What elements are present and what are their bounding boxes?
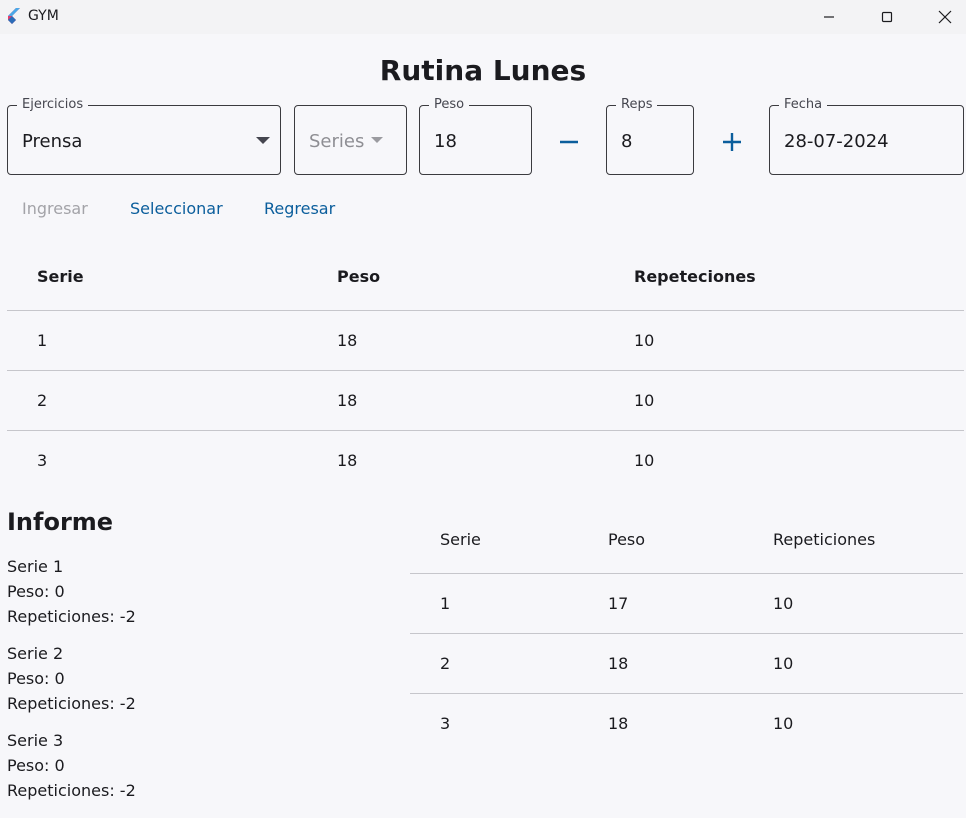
table-cell: 10 [773,654,794,673]
column-header: Peso [608,530,646,549]
flutter-logo-icon [8,8,20,24]
table-cell: 18 [337,391,358,410]
page-title: Rutina Lunes [379,54,587,87]
peso-field[interactable]: Peso 18 [419,97,532,175]
reps-label: Reps [616,97,658,113]
table-cell: 2 [37,391,48,410]
ejercicios-value: Prensa [22,131,83,152]
table-cell: 18 [337,331,358,350]
ejercicios-dropdown[interactable]: Ejercicios Prensa [7,97,281,175]
informe-reps: Repeticiones: -2 [7,694,136,713]
regresar-button[interactable]: Regresar [264,199,335,219]
table-cell: 18 [608,654,629,673]
window-title: GYM [28,8,59,24]
reps-value: 8 [621,131,633,152]
informe-item: Serie 1 Peso: 0 Repeticiones: -2 [7,554,397,629]
seleccionar-button[interactable]: Seleccionar [130,199,223,219]
table-row[interactable]: 3 18 10 [7,431,964,491]
table-cell: 10 [773,594,794,613]
table-cell: 2 [440,654,451,673]
close-icon [938,10,952,24]
previous-series-table: Serie Peso Repeticiones 1 17 10 2 18 10 … [410,510,963,754]
plus-icon [723,133,741,151]
window-titlebar: GYM [0,0,966,34]
table-cell: 10 [634,391,655,410]
peso-label: Peso [429,97,470,113]
minus-icon [560,140,578,144]
informe-reps: Repeticiones: -2 [7,781,136,800]
informe-list: Serie 1 Peso: 0 Repeticiones: -2 Serie 2… [7,554,397,815]
dropdown-arrow-icon [371,137,383,143]
maximize-icon [881,11,893,23]
fecha-label: Fecha [779,97,828,113]
column-header: Peso [337,267,381,286]
ejercicios-label: Ejercicios [17,97,89,113]
table-cell: 18 [337,451,358,470]
table-cell: 10 [634,451,655,470]
close-button[interactable] [922,0,966,34]
table-cell: 18 [608,714,629,733]
table-header-row: Serie Peso Repeticiones [410,510,963,574]
minimize-button[interactable] [806,0,852,34]
column-header: Serie [37,267,84,286]
table-cell: 17 [608,594,629,613]
table-header-row: Serie Peso Repeteciones [7,247,964,311]
informe-peso: Peso: 0 [7,669,65,688]
informe-peso: Peso: 0 [7,582,65,601]
table-row[interactable]: 2 18 10 [410,634,963,694]
series-table: Serie Peso Repeteciones 1 18 10 2 18 10 … [7,247,964,491]
table-row[interactable]: 1 17 10 [410,574,963,634]
fecha-value: 28-07-2024 [784,131,889,152]
table-cell: 1 [440,594,451,613]
informe-serie: Serie 2 [7,644,64,663]
maximize-button[interactable] [864,0,910,34]
column-header: Repeticiones [773,530,876,549]
decrement-reps-button[interactable] [549,122,589,162]
ingresar-button[interactable]: Ingresar [22,199,88,219]
table-cell: 10 [773,714,794,733]
informe-title: Informe [7,508,114,536]
column-header: Repeteciones [634,267,756,286]
minimize-icon [824,16,834,18]
series-placeholder: Series [309,131,365,152]
table-cell: 10 [634,331,655,350]
series-dropdown[interactable]: Series [294,105,407,175]
fecha-field[interactable]: Fecha 28-07-2024 [769,97,964,175]
informe-item: Serie 3 Peso: 0 Repeticiones: -2 [7,728,397,803]
informe-peso: Peso: 0 [7,756,65,775]
reps-field[interactable]: Reps 8 [606,97,694,175]
informe-serie: Serie 1 [7,557,64,576]
table-cell: 3 [37,451,48,470]
table-row[interactable]: 2 18 10 [7,371,964,431]
table-row[interactable]: 3 18 10 [410,694,963,754]
peso-value: 18 [434,131,457,152]
table-row[interactable]: 1 18 10 [7,311,964,371]
informe-reps: Repeticiones: -2 [7,607,136,626]
column-header: Serie [440,530,481,549]
dropdown-arrow-icon [256,137,270,144]
informe-serie: Serie 3 [7,731,64,750]
table-cell: 1 [37,331,48,350]
increment-reps-button[interactable] [712,122,752,162]
informe-item: Serie 2 Peso: 0 Repeticiones: -2 [7,641,397,716]
table-cell: 3 [440,714,451,733]
